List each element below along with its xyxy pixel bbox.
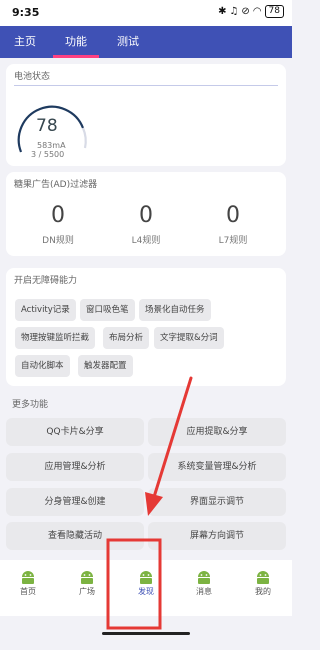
nav-me[interactable]: 我的	[243, 568, 283, 597]
status-icons: ✱ ♫ ⊘ ◠ 78	[218, 5, 284, 18]
chip-text-extract[interactable]: 文字提取&分词	[154, 327, 224, 349]
battery-icon: 78	[264, 5, 284, 18]
clone-manage-button[interactable]: 分身管理&创建	[6, 488, 144, 516]
chip-layout-analysis[interactable]: 布局分析	[103, 327, 150, 349]
l7-rule-label: L7规则	[218, 236, 248, 246]
nav-home[interactable]: 首页	[8, 568, 48, 597]
nav-messages-label: 消息	[196, 587, 212, 596]
android-icon	[140, 571, 152, 584]
home-indicator[interactable]	[102, 632, 190, 635]
battery-capacity: 3 / 5500	[31, 150, 65, 159]
chip-key-intercept[interactable]: 物理按键监听拦截	[15, 327, 96, 349]
top-tab-bar: 主页 功能 测试	[0, 26, 292, 58]
app-manage-button[interactable]: 应用管理&分析	[6, 453, 144, 481]
screen-orientation-button[interactable]: 屏幕方向调节	[148, 522, 286, 550]
chip-activity-log[interactable]: Activity记录	[15, 299, 76, 321]
nav-square[interactable]: 广场	[67, 568, 107, 597]
bottom-navigation: 首页 广场 发现 消息 我的	[0, 560, 292, 616]
wifi-icon: ◠	[252, 6, 262, 17]
nav-me-label: 我的	[255, 587, 271, 596]
status-bar: 9:35 ✱ ♫ ⊘ ◠ 78	[0, 0, 292, 26]
nav-home-label: 首页	[20, 587, 36, 596]
nav-square-label: 广场	[79, 587, 95, 596]
mute-icon: ⊘	[241, 6, 250, 17]
nav-discover-label: 发现	[138, 587, 154, 596]
app-extract-share-button[interactable]: 应用提取&分享	[148, 418, 286, 446]
l4-rule-count: 0	[139, 203, 153, 228]
qq-card-share-button[interactable]: QQ卡片&分享	[6, 418, 144, 446]
tab-active-indicator	[53, 55, 99, 58]
dn-rule-label: DN规则	[42, 236, 74, 246]
android-icon	[257, 571, 269, 584]
ad-card-title: 糖果广告(AD)过滤器	[14, 180, 98, 190]
hidden-activity-button[interactable]: 查看隐藏活动	[6, 522, 144, 550]
tab-home[interactable]: 主页	[0, 26, 50, 58]
chip-trigger-config[interactable]: 触发器配置	[78, 355, 133, 377]
battery-card-title: 电池状态	[14, 72, 51, 82]
system-variable-button[interactable]: 系统变量管理&分析	[148, 453, 286, 481]
chip-automation-script[interactable]: 自动化脚本	[15, 355, 70, 377]
android-icon	[81, 571, 93, 584]
display-adjust-button[interactable]: 界面显示调节	[148, 488, 286, 516]
tab-features[interactable]: 功能	[53, 26, 99, 58]
chip-scene-tasks[interactable]: 场景化自动任务	[139, 299, 211, 321]
headphones-icon: ♫	[229, 6, 239, 17]
android-icon	[198, 571, 210, 584]
android-icon	[22, 571, 34, 584]
l4-rule-label: L4规则	[131, 236, 161, 246]
tab-test[interactable]: 测试	[103, 26, 153, 58]
card-divider	[14, 85, 278, 86]
nav-messages[interactable]: 消息	[184, 568, 224, 597]
status-time: 9:35	[12, 6, 40, 19]
bluetooth-icon: ✱	[218, 6, 227, 17]
more-features-title: 更多功能	[12, 400, 49, 410]
l7-rule-count: 0	[226, 203, 240, 228]
accessibility-card-title: 开启无障碍能力	[14, 276, 78, 286]
battery-current: 583mA	[37, 141, 66, 150]
battery-level: 78	[36, 116, 58, 136]
nav-discover[interactable]: 发现	[126, 568, 166, 597]
system-gesture-bar	[0, 616, 292, 650]
chip-color-picker[interactable]: 窗口吸色笔	[80, 299, 135, 321]
dn-rule-count: 0	[51, 203, 65, 228]
